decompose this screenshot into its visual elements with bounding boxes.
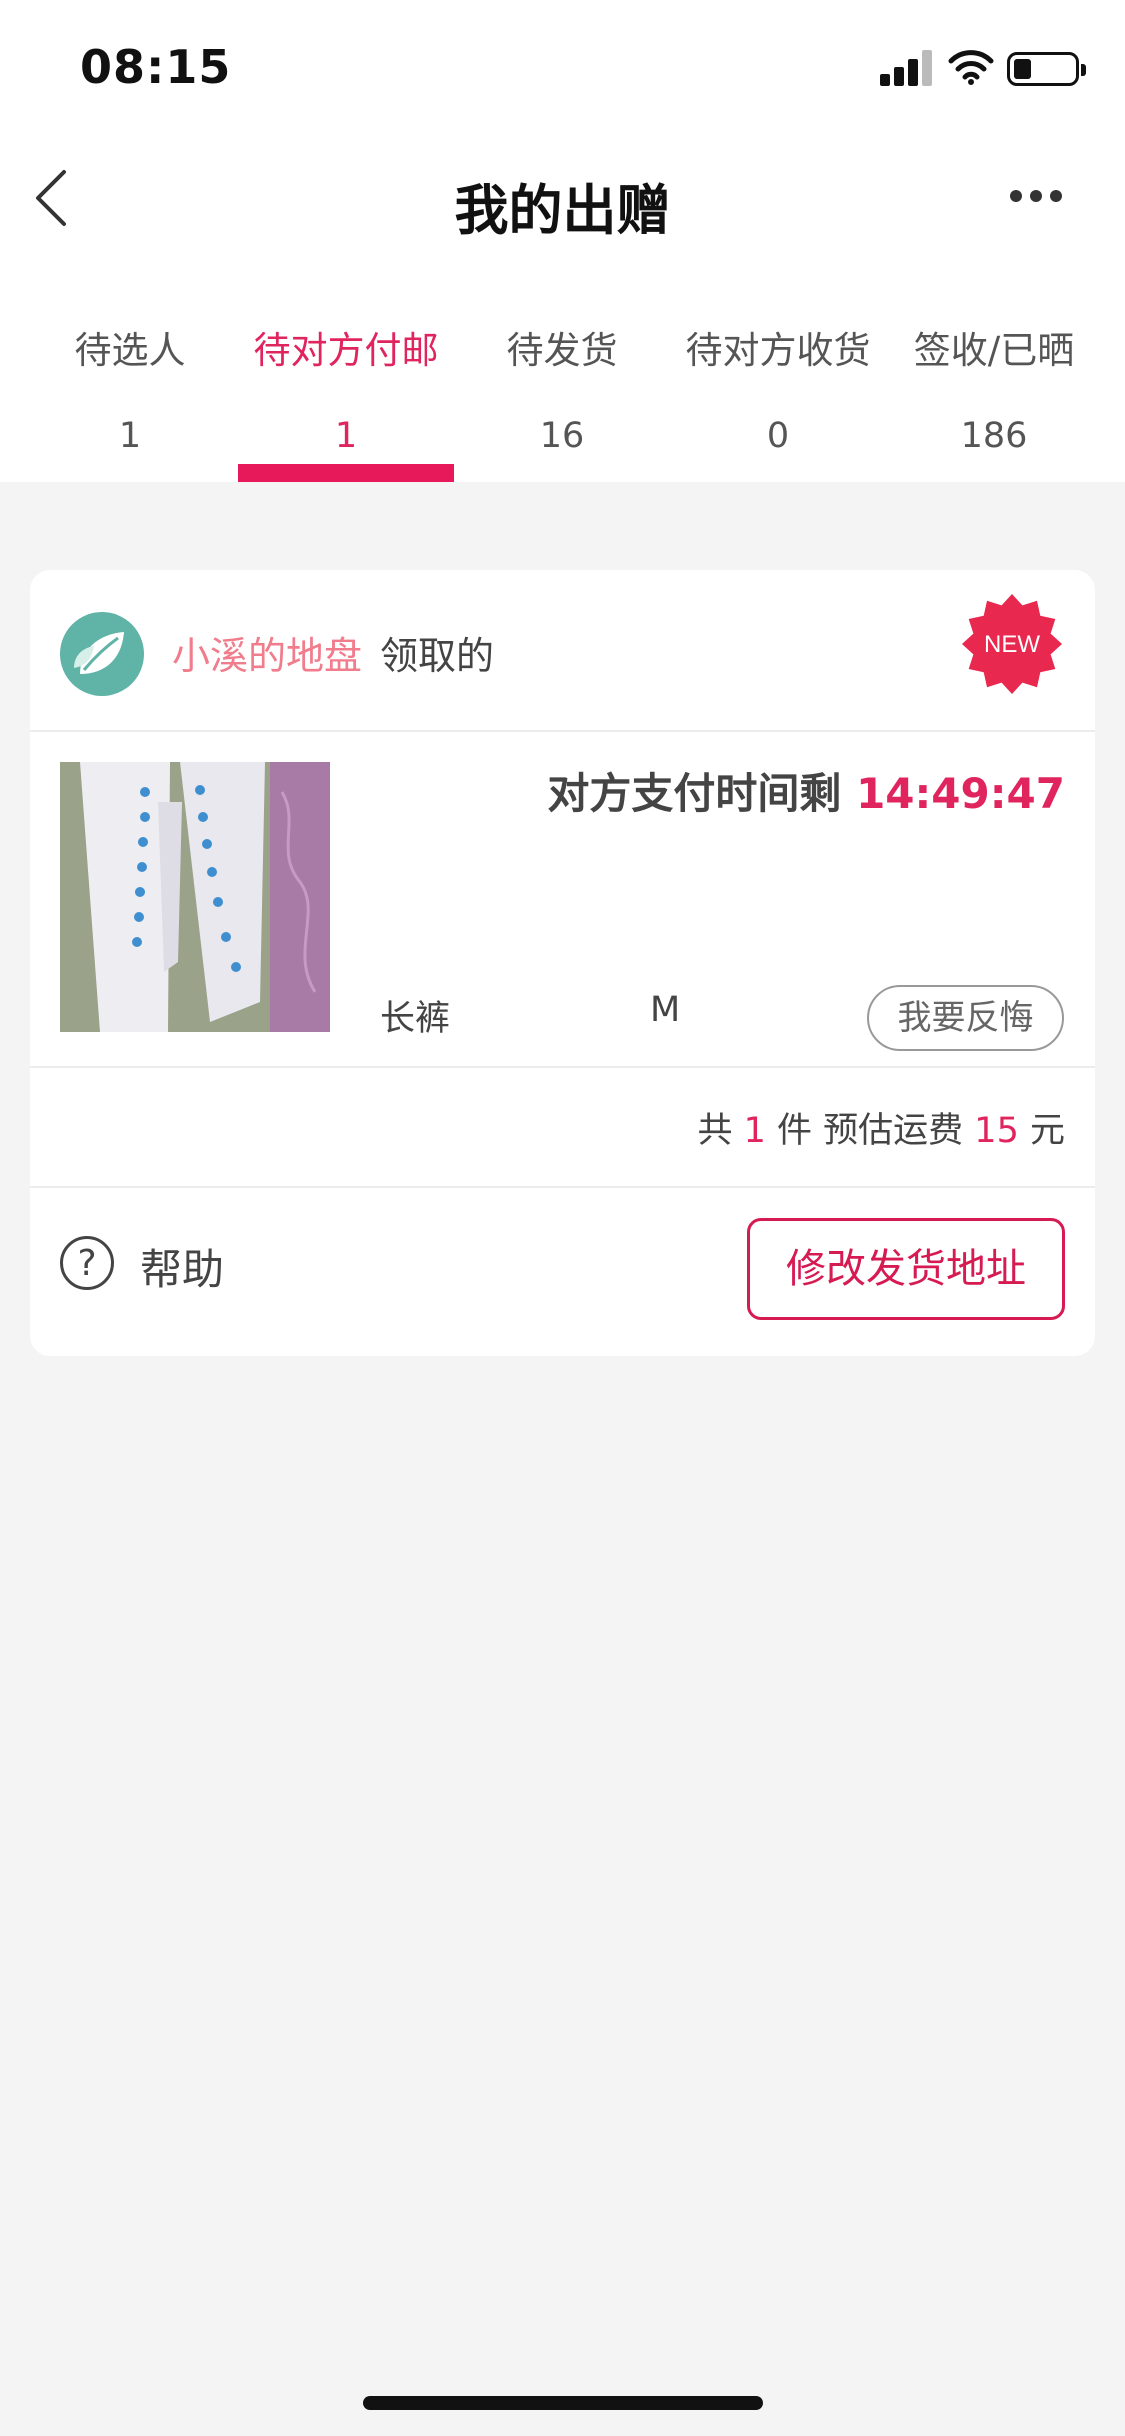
shipping-fee: 15 — [974, 1111, 1019, 1151]
item-count: 1 — [743, 1111, 766, 1151]
divider — [30, 1066, 1095, 1068]
divider — [30, 730, 1095, 732]
item-size: M — [650, 990, 681, 1030]
summary-fee-unit: 元 — [1029, 1111, 1065, 1151]
order-summary: 共 1 件 预估运费 15 元 — [697, 1102, 1065, 1153]
change-address-button[interactable]: 修改发货地址 — [747, 1218, 1065, 1320]
tab-count: 1 — [118, 416, 142, 456]
divider — [30, 1186, 1095, 1188]
order-card: 小溪的地盘 领取的 NEW 对方支付时间剩 14:49:47 长裤 M 我要反悔 — [30, 570, 1095, 1356]
battery-icon — [1007, 52, 1086, 86]
new-badge: NEW — [962, 594, 1062, 694]
active-tab-indicator — [238, 464, 454, 482]
tab-count: 0 — [766, 416, 790, 456]
tab-label: 待发货 — [506, 329, 618, 372]
status-time: 08:15 — [80, 40, 232, 94]
summary-prefix: 共 — [697, 1111, 733, 1151]
summary-count-unit: 件 预估运费 — [777, 1111, 964, 1151]
header-area: 08:15 我的出赠 待选人 1 待对方付邮 1 待发货 16 待对方收货 0 … — [0, 0, 1125, 482]
tab-label: 签收/已晒 — [913, 329, 1075, 372]
item-photo[interactable] — [60, 762, 330, 1032]
claimed-label: 领取的 — [380, 634, 495, 678]
page-title: 我的出赠 — [454, 179, 671, 242]
tab-label: 待对方付邮 — [253, 329, 439, 372]
countdown-label: 对方支付时间剩 — [547, 769, 842, 818]
help-label: 帮助 — [140, 1245, 225, 1294]
countdown-time: 14:49:47 — [856, 769, 1065, 818]
signal-icon — [880, 50, 932, 86]
tab-count: 16 — [539, 416, 585, 456]
regret-button[interactable]: 我要反悔 — [867, 985, 1064, 1051]
tab-awaiting-postage[interactable]: 待对方付邮 1 — [238, 320, 454, 482]
tab-count: 1 — [334, 416, 358, 456]
tab-awaiting-receipt[interactable]: 待对方收货 0 — [670, 320, 886, 482]
item-name: 长裤 — [380, 999, 451, 1039]
tab-label: 待选人 — [74, 329, 186, 372]
question-icon: ? — [60, 1236, 114, 1290]
leaf-icon — [74, 632, 124, 674]
giver-name[interactable]: 小溪的地盘 — [172, 625, 362, 680]
avatar[interactable] — [60, 612, 144, 696]
tab-to-ship[interactable]: 待发货 16 — [454, 320, 670, 482]
tab-count: 186 — [960, 416, 1028, 456]
wifi-icon — [948, 50, 994, 85]
more-icon[interactable] — [1010, 190, 1062, 204]
tab-to-select[interactable]: 待选人 1 — [22, 320, 238, 482]
home-indicator — [363, 2396, 763, 2410]
new-badge-text: NEW — [984, 631, 1040, 658]
payment-countdown: 对方支付时间剩 14:49:47 — [547, 760, 1065, 821]
tab-received-shared[interactable]: 签收/已晒 186 — [886, 320, 1102, 482]
tab-label: 待对方收货 — [685, 329, 871, 372]
